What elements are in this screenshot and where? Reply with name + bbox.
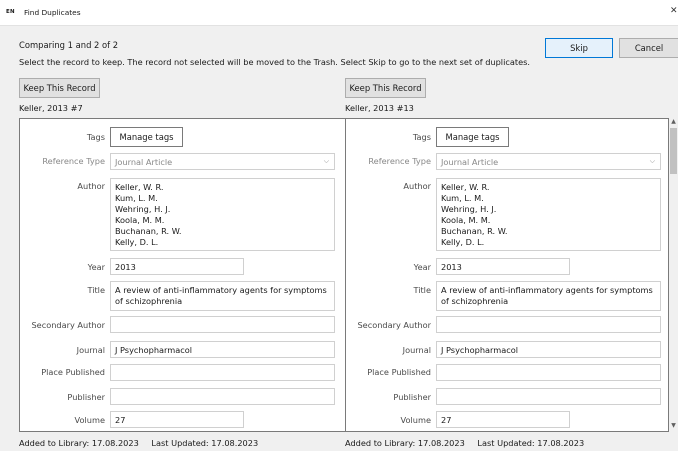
- chevron-down-icon: ⌵: [323, 157, 329, 165]
- secondary-author-label: Secondary Author: [31, 320, 105, 330]
- scroll-thumb[interactable]: [670, 128, 677, 174]
- reference-type-value: Journal Article: [115, 157, 173, 167]
- author-field[interactable]: Keller, W. R. Kum, L. M. Wehring, H. J. …: [110, 178, 335, 251]
- author-field[interactable]: Keller, W. R. Kum, L. M. Wehring, H. J. …: [436, 178, 661, 251]
- updated-date: 17.08.2023: [211, 438, 259, 448]
- manage-tags-button[interactable]: Manage tags: [110, 127, 183, 147]
- place-published-field[interactable]: [110, 364, 335, 381]
- volume-label: Volume: [74, 415, 105, 425]
- author-label: Author: [403, 181, 431, 191]
- reference-type-select[interactable]: Journal Article ⌵: [436, 153, 661, 170]
- title-field[interactable]: A review of anti-inflammatory agents for…: [110, 281, 335, 311]
- added-date: 17.08.2023: [417, 438, 465, 448]
- author-line: Kum, L. M.: [441, 193, 484, 203]
- title-label: Title: [87, 285, 105, 295]
- year-field[interactable]: 2013: [436, 258, 570, 275]
- tags-label: Tags: [86, 132, 105, 142]
- updated-label: Last Updated:: [151, 438, 209, 448]
- reference-type-select[interactable]: Journal Article ⌵: [110, 153, 335, 170]
- left-record-pane: Tags Manage tags Reference Type Journal …: [20, 119, 345, 431]
- close-icon[interactable]: ✕: [670, 6, 678, 16]
- publisher-field[interactable]: [436, 388, 661, 405]
- reference-type-value: Journal Article: [441, 157, 499, 167]
- added-label: Added to Library:: [345, 438, 416, 448]
- volume-field[interactable]: 27: [110, 411, 244, 428]
- app-icon: EN: [6, 9, 15, 15]
- publisher-label: Publisher: [393, 392, 431, 402]
- author-label: Author: [77, 181, 105, 191]
- left-record-label: Keller, 2013 #7: [19, 103, 83, 113]
- updated-label: Last Updated:: [477, 438, 535, 448]
- journal-field[interactable]: J Psychopharmacol: [110, 341, 335, 358]
- title-label: Title: [413, 285, 431, 295]
- author-line: Buchanan, R. W.: [115, 226, 182, 236]
- added-label: Added to Library:: [19, 438, 90, 448]
- author-line: Kelly, D. L.: [115, 237, 159, 247]
- keep-right-record-button[interactable]: Keep This Record: [345, 78, 426, 98]
- tags-label: Tags: [412, 132, 431, 142]
- journal-label: Journal: [76, 345, 105, 355]
- volume-field[interactable]: 27: [436, 411, 570, 428]
- title-bar: EN Find Duplicates ✕: [0, 0, 678, 26]
- secondary-author-field[interactable]: [436, 316, 661, 333]
- publisher-field[interactable]: [110, 388, 335, 405]
- window-title: Find Duplicates: [24, 8, 81, 17]
- journal-label: Journal: [402, 345, 431, 355]
- author-line: Koola, M. M.: [441, 215, 491, 225]
- author-line: Keller, W. R.: [115, 182, 164, 192]
- added-date: 17.08.2023: [91, 438, 139, 448]
- instructions-text: Select the record to keep. The record no…: [19, 57, 530, 67]
- reference-type-label: Reference Type: [368, 156, 431, 166]
- comparing-status: Comparing 1 and 2 of 2: [19, 40, 119, 50]
- author-line: Wehring, H. J.: [115, 204, 171, 214]
- author-line: Kum, L. M.: [115, 193, 158, 203]
- title-field[interactable]: A review of anti-inflammatory agents for…: [436, 281, 661, 311]
- volume-label: Volume: [400, 415, 431, 425]
- cancel-button[interactable]: Cancel: [619, 38, 678, 58]
- manage-tags-button[interactable]: Manage tags: [436, 127, 509, 147]
- author-line: Buchanan, R. W.: [441, 226, 508, 236]
- secondary-author-label: Secondary Author: [357, 320, 431, 330]
- year-label: Year: [87, 262, 105, 272]
- year-field[interactable]: 2013: [110, 258, 244, 275]
- secondary-author-field[interactable]: [110, 316, 335, 333]
- author-line: Koola, M. M.: [115, 215, 165, 225]
- publisher-label: Publisher: [67, 392, 105, 402]
- place-published-label: Place Published: [367, 367, 431, 377]
- updated-date: 17.08.2023: [537, 438, 585, 448]
- left-record-footer: Added to Library: 17.08.2023 Last Update…: [19, 438, 258, 448]
- author-line: Kelly, D. L.: [441, 237, 485, 247]
- author-line: Keller, W. R.: [441, 182, 490, 192]
- vertical-scrollbar[interactable]: ▲ ▼: [669, 118, 678, 432]
- place-published-field[interactable]: [436, 364, 661, 381]
- reference-type-label: Reference Type: [42, 156, 105, 166]
- chevron-down-icon: ⌵: [649, 157, 655, 165]
- right-record-label: Keller, 2013 #13: [345, 103, 414, 113]
- scroll-up-icon[interactable]: ▲: [669, 118, 678, 128]
- comparison-panel: Tags Manage tags Reference Type Journal …: [19, 118, 669, 432]
- journal-field[interactable]: J Psychopharmacol: [436, 341, 661, 358]
- right-record-pane: Tags Manage tags Reference Type Journal …: [346, 119, 671, 431]
- skip-button[interactable]: Skip: [545, 38, 613, 58]
- author-line: Wehring, H. J.: [441, 204, 497, 214]
- place-published-label: Place Published: [41, 367, 105, 377]
- keep-left-record-button[interactable]: Keep This Record: [19, 78, 100, 98]
- year-label: Year: [413, 262, 431, 272]
- scroll-down-icon[interactable]: ▼: [669, 422, 678, 432]
- right-record-footer: Added to Library: 17.08.2023 Last Update…: [345, 438, 584, 448]
